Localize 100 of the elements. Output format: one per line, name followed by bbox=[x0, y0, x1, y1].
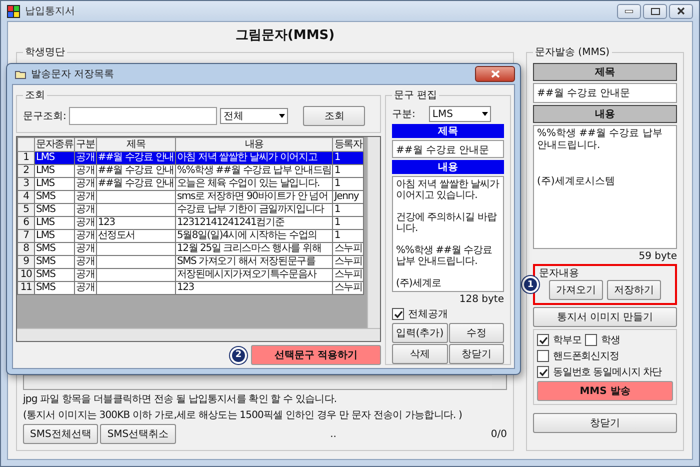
row-number: 5 bbox=[18, 204, 34, 216]
byte-count: 59 byte bbox=[638, 251, 677, 262]
horizontal-scrollbar[interactable] bbox=[24, 375, 492, 389]
checkbox[interactable] bbox=[537, 366, 549, 378]
maximize-button[interactable] bbox=[643, 4, 667, 18]
vertical-scrollbar[interactable] bbox=[367, 137, 380, 328]
send-button[interactable]: MMS 발송 bbox=[537, 381, 673, 401]
table-cell: SMS bbox=[34, 190, 75, 204]
section-header: 제목 bbox=[533, 63, 677, 81]
subject-field[interactable]: ##월 수강료 안내문 bbox=[533, 83, 677, 103]
table-cell: 오늘은 체육 수업이 있는 날입니다. bbox=[175, 178, 333, 190]
checkbox[interactable] bbox=[585, 334, 598, 346]
horizontal-scrollbar[interactable] bbox=[17, 328, 380, 341]
make-image-button[interactable]: 통지서 이미지 만들기 bbox=[533, 307, 677, 327]
group-title: 문자내용 bbox=[539, 267, 580, 280]
table-cell: 1 bbox=[332, 204, 364, 216]
table-row[interactable]: 11 SMS 공개 123 스누피 bbox=[18, 282, 364, 294]
table-row[interactable]: 7 LMS 공개 선정도서 5월8일(일)4시에 시작하는 수업의 1 bbox=[18, 230, 364, 242]
column-header[interactable]: 구분 bbox=[74, 138, 96, 152]
table-cell: 공개 bbox=[74, 242, 96, 256]
section-header: 제목 bbox=[392, 124, 504, 138]
editor-button[interactable]: 삭제 bbox=[392, 344, 448, 364]
table-row[interactable]: 5 SMS 공개 수강료 납부 기한이 금일까지입니다 1 bbox=[18, 204, 364, 216]
table-cell: 1 bbox=[332, 178, 364, 190]
group-title: 조회 bbox=[24, 89, 46, 102]
table-cell: LMS bbox=[34, 152, 75, 164]
table-cell: ##월 수강료 안내 bbox=[96, 178, 176, 190]
table-cell: 스누피 bbox=[332, 282, 364, 294]
minimize-button[interactable] bbox=[617, 4, 641, 18]
search-button[interactable]: 조회 bbox=[303, 106, 366, 126]
kind-dropdown[interactable]: LMS bbox=[429, 106, 492, 122]
byte-count: 128 byte bbox=[458, 294, 504, 305]
column-header[interactable]: 등록자 bbox=[332, 138, 364, 152]
subject-field[interactable]: ##월 수강료 안내문 bbox=[392, 140, 504, 158]
checkbox-label: 학생 bbox=[601, 334, 620, 347]
table-cell: 스누피 bbox=[332, 268, 364, 282]
close-button[interactable] bbox=[475, 66, 515, 82]
table-row[interactable]: 3 LMS 공개 ##월 수강료 안내 오늘은 체육 수업이 있는 날입니다. 1 bbox=[18, 178, 364, 190]
row-number: 4 bbox=[18, 190, 34, 204]
row-number: 3 bbox=[18, 178, 34, 190]
close-window-button[interactable]: 창닫기 bbox=[533, 413, 677, 433]
filter-dropdown[interactable]: 전체 bbox=[220, 108, 288, 124]
table-row[interactable]: 8 SMS 공개 12월 25일 크리스마스 행사를 위해 스누피 bbox=[18, 242, 364, 256]
table-cell: ##월 수강료 안내 bbox=[96, 164, 176, 178]
table-row[interactable]: 6 LMS 공개 123 12312141241241컴기준 1 bbox=[18, 216, 364, 230]
table-cell: 공개 bbox=[74, 268, 96, 282]
table-cell: ##월 수강료 안내 bbox=[96, 152, 176, 164]
checkbox[interactable] bbox=[537, 350, 549, 362]
table-row[interactable]: 1 LMS 공개 ##월 수강료 안내 아침 저녁 쌀쌀한 날씨가 이어지고 1 bbox=[18, 152, 364, 164]
table-cell: SMS 가져오기 해서 저장된문구를 bbox=[175, 256, 333, 268]
section-header: 내용 bbox=[533, 105, 677, 123]
search-label: 문구조회: bbox=[23, 110, 66, 123]
close-icon bbox=[677, 7, 685, 15]
table-cell: 공개 bbox=[74, 178, 96, 190]
table-cell: SMS bbox=[34, 256, 75, 268]
table-cell: 스누피 bbox=[332, 242, 364, 256]
table-cell: 스누피 bbox=[332, 256, 364, 268]
message-body-field[interactable]: 아침 저녁 쌀쌀한 날씨가 이어지고 있습니다. 건강에 주의하시길 바랍니다. %%학생 ##월 수강료 납부 안내드립니다. (주)세계로 bbox=[392, 176, 504, 292]
editor-button[interactable]: 수정 bbox=[448, 323, 504, 343]
table-cell: 공개 bbox=[74, 230, 96, 242]
close-button[interactable] bbox=[669, 4, 693, 18]
editor-button[interactable]: 입력(추가) bbox=[392, 323, 448, 343]
row-number: 9 bbox=[18, 256, 34, 268]
table-cell: SMS bbox=[34, 242, 75, 256]
app-icon bbox=[7, 4, 20, 18]
message-body-field[interactable]: %%학생 ##월 수강료 납부 안내드립니다. (주)세계로시스템 bbox=[533, 125, 677, 249]
select-button[interactable]: SMS선택취소 bbox=[100, 424, 176, 444]
search-field[interactable] bbox=[69, 107, 218, 125]
row-number: 2 bbox=[18, 164, 34, 178]
column-header[interactable]: 내용 bbox=[175, 138, 333, 152]
checkbox[interactable] bbox=[537, 334, 549, 346]
checkbox-label: 핸드폰회신지정 bbox=[553, 350, 619, 363]
column-header[interactable]: 제목 bbox=[96, 138, 176, 152]
table-row[interactable]: 10 SMS 공개 저장된메시지가져오기특수문음사 스누피 bbox=[18, 268, 364, 282]
row-number: 8 bbox=[18, 242, 34, 256]
table-row[interactable]: 2 LMS 공개 ##월 수강료 안내 %%학생 ##월 수강료 납부 안내드림 1 bbox=[18, 164, 364, 178]
apply-button[interactable]: 선택문구 적용하기 bbox=[251, 345, 381, 365]
select-button[interactable]: SMS전체선택 bbox=[23, 424, 98, 444]
help-text: jpg 파일 항목을 더블클릭하면 전송 될 납입통지서를 확인 할 수 있습니다. bbox=[23, 393, 338, 406]
message-button[interactable]: 가져오기 bbox=[549, 280, 603, 300]
row-number: 10 bbox=[18, 268, 34, 282]
table-cell: SMS bbox=[34, 282, 75, 294]
table-cell: LMS bbox=[34, 164, 75, 178]
folder-icon bbox=[15, 70, 26, 78]
row-number: 6 bbox=[18, 216, 34, 230]
table-cell: 공개 bbox=[74, 256, 96, 268]
checkbox[interactable] bbox=[392, 308, 404, 320]
table-cell: 아침 저녁 쌀쌀한 날씨가 이어지고 bbox=[175, 152, 333, 164]
table-cell: SMS bbox=[34, 268, 75, 282]
editor-button[interactable]: 창닫기 bbox=[448, 344, 504, 364]
message-button[interactable]: 저장하기 bbox=[607, 280, 661, 300]
step-badge: 2 bbox=[230, 346, 247, 364]
column-header[interactable]: 문자종류 bbox=[34, 138, 75, 152]
count-text: 0/0 bbox=[490, 428, 507, 440]
table-cell: LMS bbox=[34, 178, 75, 190]
table-row[interactable]: 9 SMS 공개 SMS 가져오기 해서 저장된문구를 스누피 bbox=[18, 256, 364, 268]
table-cell: 12312141241241컴기준 bbox=[175, 216, 333, 230]
minimize-icon bbox=[625, 10, 633, 12]
table-cell: 1 bbox=[332, 216, 364, 230]
table-row[interactable]: 4 SMS 공개 sms로 저장하면 90바이트가 안 넘어 Jenny bbox=[18, 190, 364, 204]
